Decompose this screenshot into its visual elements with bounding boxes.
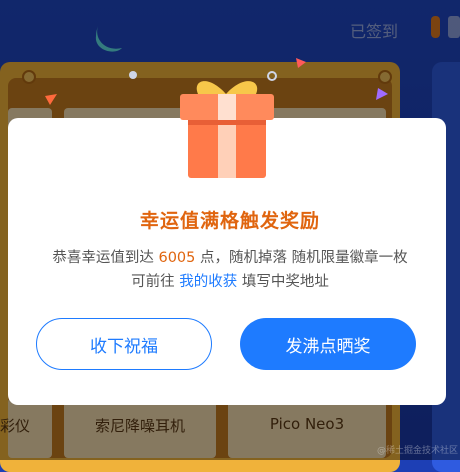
share-prize-button[interactable]: 发沸点晒奖 bbox=[240, 318, 416, 370]
accept-blessing-button[interactable]: 收下祝福 bbox=[36, 318, 212, 370]
goto-prefix: 可前往 bbox=[131, 274, 180, 290]
goto-suffix: 填写中奖地址 bbox=[237, 274, 329, 290]
watermark: @稀土掘金技术社区 bbox=[376, 446, 458, 456]
confetti-icon bbox=[45, 94, 57, 105]
message-prefix: 恭喜幸运值到达 bbox=[52, 250, 159, 266]
modal-title: 幸运值满格触发奖励 bbox=[139, 210, 320, 232]
gift-box-icon bbox=[180, 81, 274, 178]
my-prizes-link[interactable]: 我的收获 bbox=[179, 274, 237, 290]
confetti-icon bbox=[376, 88, 388, 100]
luck-value: 6005 bbox=[158, 250, 196, 266]
modal-message: 恭喜幸运值到达 6005 点，随机掉落 随机限量徽章一枚 bbox=[0, 246, 460, 267]
confetti-icon bbox=[129, 71, 137, 79]
modal-instruction: 可前往 我的收获 填写中奖地址 bbox=[0, 270, 460, 291]
message-suffix: 点，随机掉落 随机限量徽章一枚 bbox=[195, 250, 408, 266]
confetti-icon bbox=[296, 58, 306, 68]
